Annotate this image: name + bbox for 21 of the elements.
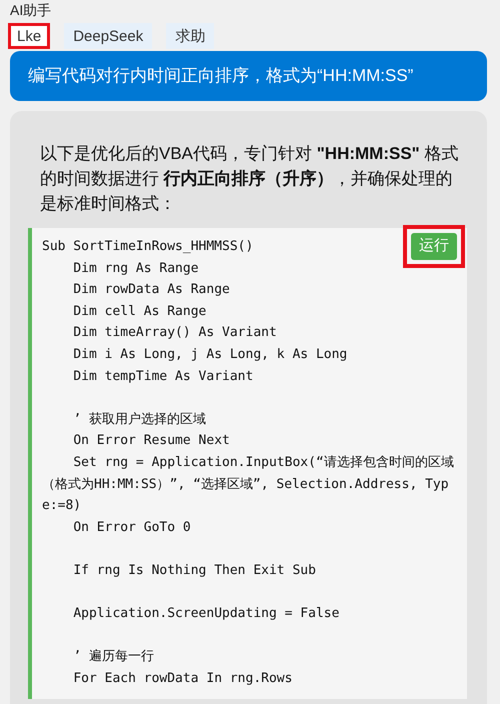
tab[interactable]: Lke xyxy=(8,23,50,49)
reply-paragraph: 以下是优化后的VBA代码，专门针对 "HH:MM:SS" 格式的时间数据进行 行内正向排序（升序），并确保处理的是标准时间格式： xyxy=(39,143,460,215)
code-line: Dim i As Long, j As Long, k As Long xyxy=(72,346,348,362)
code-line: ’ 遍历每一行 xyxy=(72,649,154,664)
code-line: Dim tempTime As Variant xyxy=(72,368,254,384)
code-line: Dim cell As Range xyxy=(72,304,206,319)
code-line: Dim rng As Range xyxy=(72,260,199,276)
code-line: Set rng = Application.InputBox(“请选择包含时间的区域（格式为HH:MM:SS）”, “选择区域”, Selection.Address, Type:=8) xyxy=(42,454,454,514)
code-line: On Error Resume Next xyxy=(72,433,230,448)
code-line: On Error GoTo 0 xyxy=(72,520,191,535)
window-title: AI助手 xyxy=(10,1,52,20)
tab[interactable]: 求助 xyxy=(166,23,214,49)
tab[interactable]: DeepSeek xyxy=(64,23,152,49)
user-message-bubble: 编写代码对行内时间正向排序，格式为“HH:MM:SS” xyxy=(10,51,487,101)
code-line: Dim rowData As Range xyxy=(72,282,230,298)
code-line: ’ 获取用户选择的区域 xyxy=(72,412,206,427)
code-line: For Each rowData In rng.Rows xyxy=(72,670,292,686)
code-line: If rng Is Nothing Then Exit Sub xyxy=(72,562,316,578)
code-line: Sub SortTimeInRows_HHMMSS() xyxy=(42,239,254,254)
code-line: Dim timeArray() As Variant xyxy=(72,325,277,340)
code-line: Application.ScreenUpdating = False xyxy=(72,606,340,622)
